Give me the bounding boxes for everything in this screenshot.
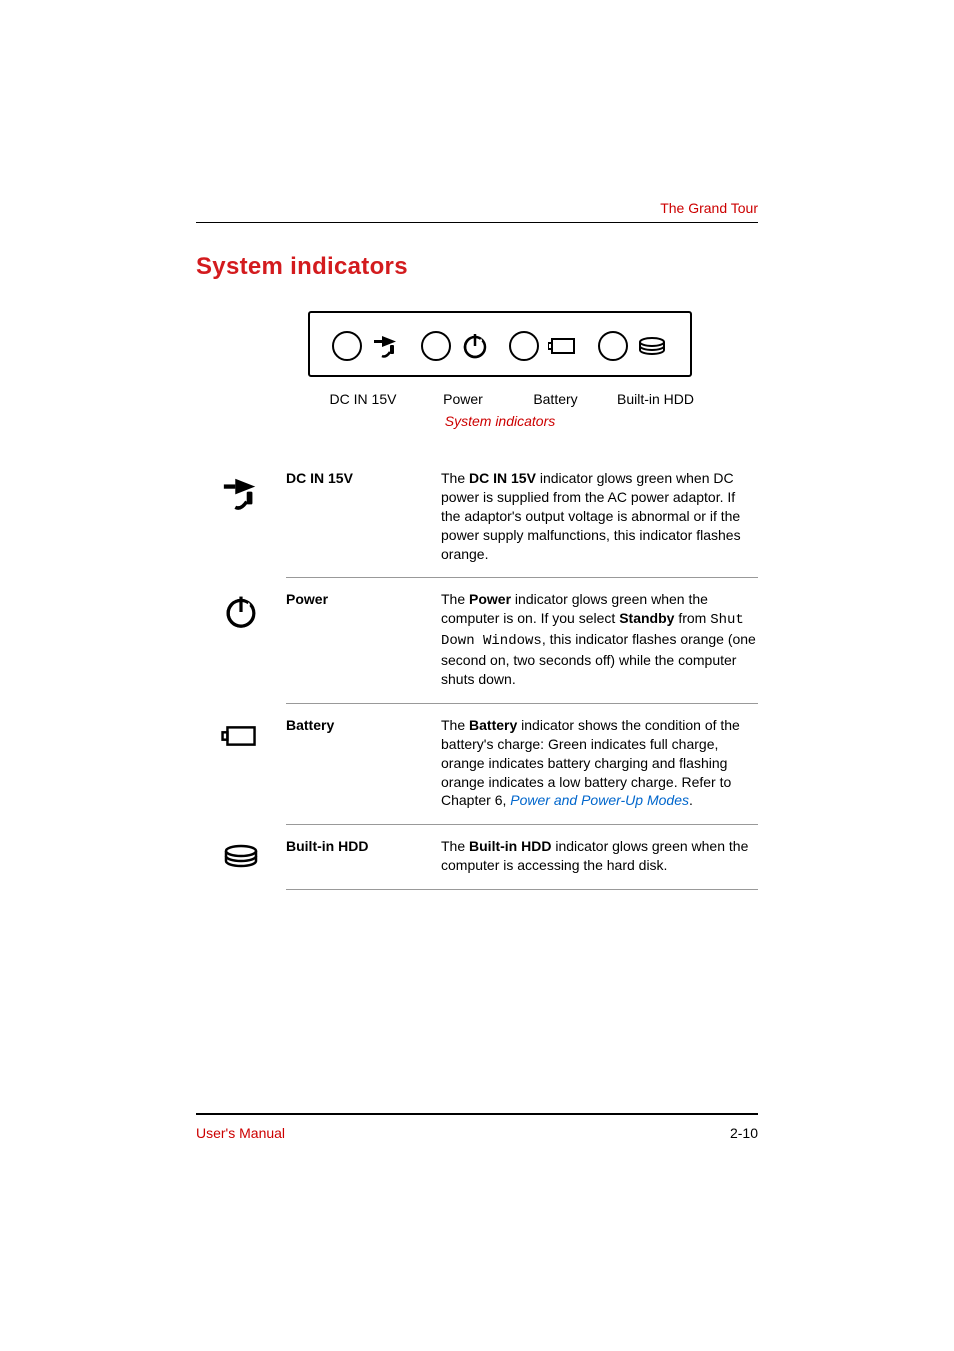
label-dcin: DC IN 15V: [308, 391, 418, 407]
footer-page-number: 2-10: [730, 1125, 758, 1141]
link-power-modes[interactable]: Power and Power-Up Modes: [510, 792, 689, 808]
battery-icon: [196, 716, 286, 752]
indicator-desc: The Power indicator glows green when the…: [441, 590, 758, 688]
indicator-table: DC IN 15V The DC IN 15V indicator glows …: [286, 457, 758, 890]
power-icon: [459, 331, 491, 361]
hdd-icon: [196, 837, 286, 871]
table-row: Power The Power indicator glows green wh…: [286, 578, 758, 703]
power-icon: [196, 590, 286, 630]
indicator-name: DC IN 15V: [286, 469, 441, 488]
battery-icon: [547, 331, 579, 361]
page-footer: User's Manual 2-10: [196, 1113, 758, 1141]
section-heading: System indicators: [196, 253, 758, 281]
indicator-diagram: [308, 311, 692, 377]
chapter-title: The Grand Tour: [196, 200, 758, 223]
indicator-desc: The Built-in HDD indicator glows green w…: [441, 837, 758, 875]
table-row: Battery The Battery indicator shows the …: [286, 704, 758, 825]
led-ring: [509, 331, 539, 361]
indicator-name: Power: [286, 590, 441, 609]
dc-in-icon: [196, 469, 286, 513]
label-hdd: Built-in HDD: [603, 391, 708, 407]
diagram-labels: DC IN 15V Power Battery Built-in HDD: [308, 391, 708, 407]
table-row: Built-in HDD The Built-in HDD indicator …: [286, 825, 758, 890]
indicator-desc: The DC IN 15V indicator glows green when…: [441, 469, 758, 563]
indicator-name: Built-in HDD: [286, 837, 441, 856]
label-battery: Battery: [508, 391, 603, 407]
led-ring: [332, 331, 362, 361]
footer-doc-title: User's Manual: [196, 1125, 285, 1141]
table-row: DC IN 15V The DC IN 15V indicator glows …: [286, 457, 758, 578]
label-power: Power: [418, 391, 508, 407]
indicator-desc: The Battery indicator shows the conditio…: [441, 716, 758, 810]
dc-in-icon: [370, 331, 402, 361]
led-ring: [421, 331, 451, 361]
figure-caption: System indicators: [308, 413, 692, 429]
indicator-name: Battery: [286, 716, 441, 735]
hdd-icon: [636, 331, 668, 361]
led-ring: [598, 331, 628, 361]
figure-system-indicators: DC IN 15V Power Battery Built-in HDD Sys…: [308, 311, 758, 429]
